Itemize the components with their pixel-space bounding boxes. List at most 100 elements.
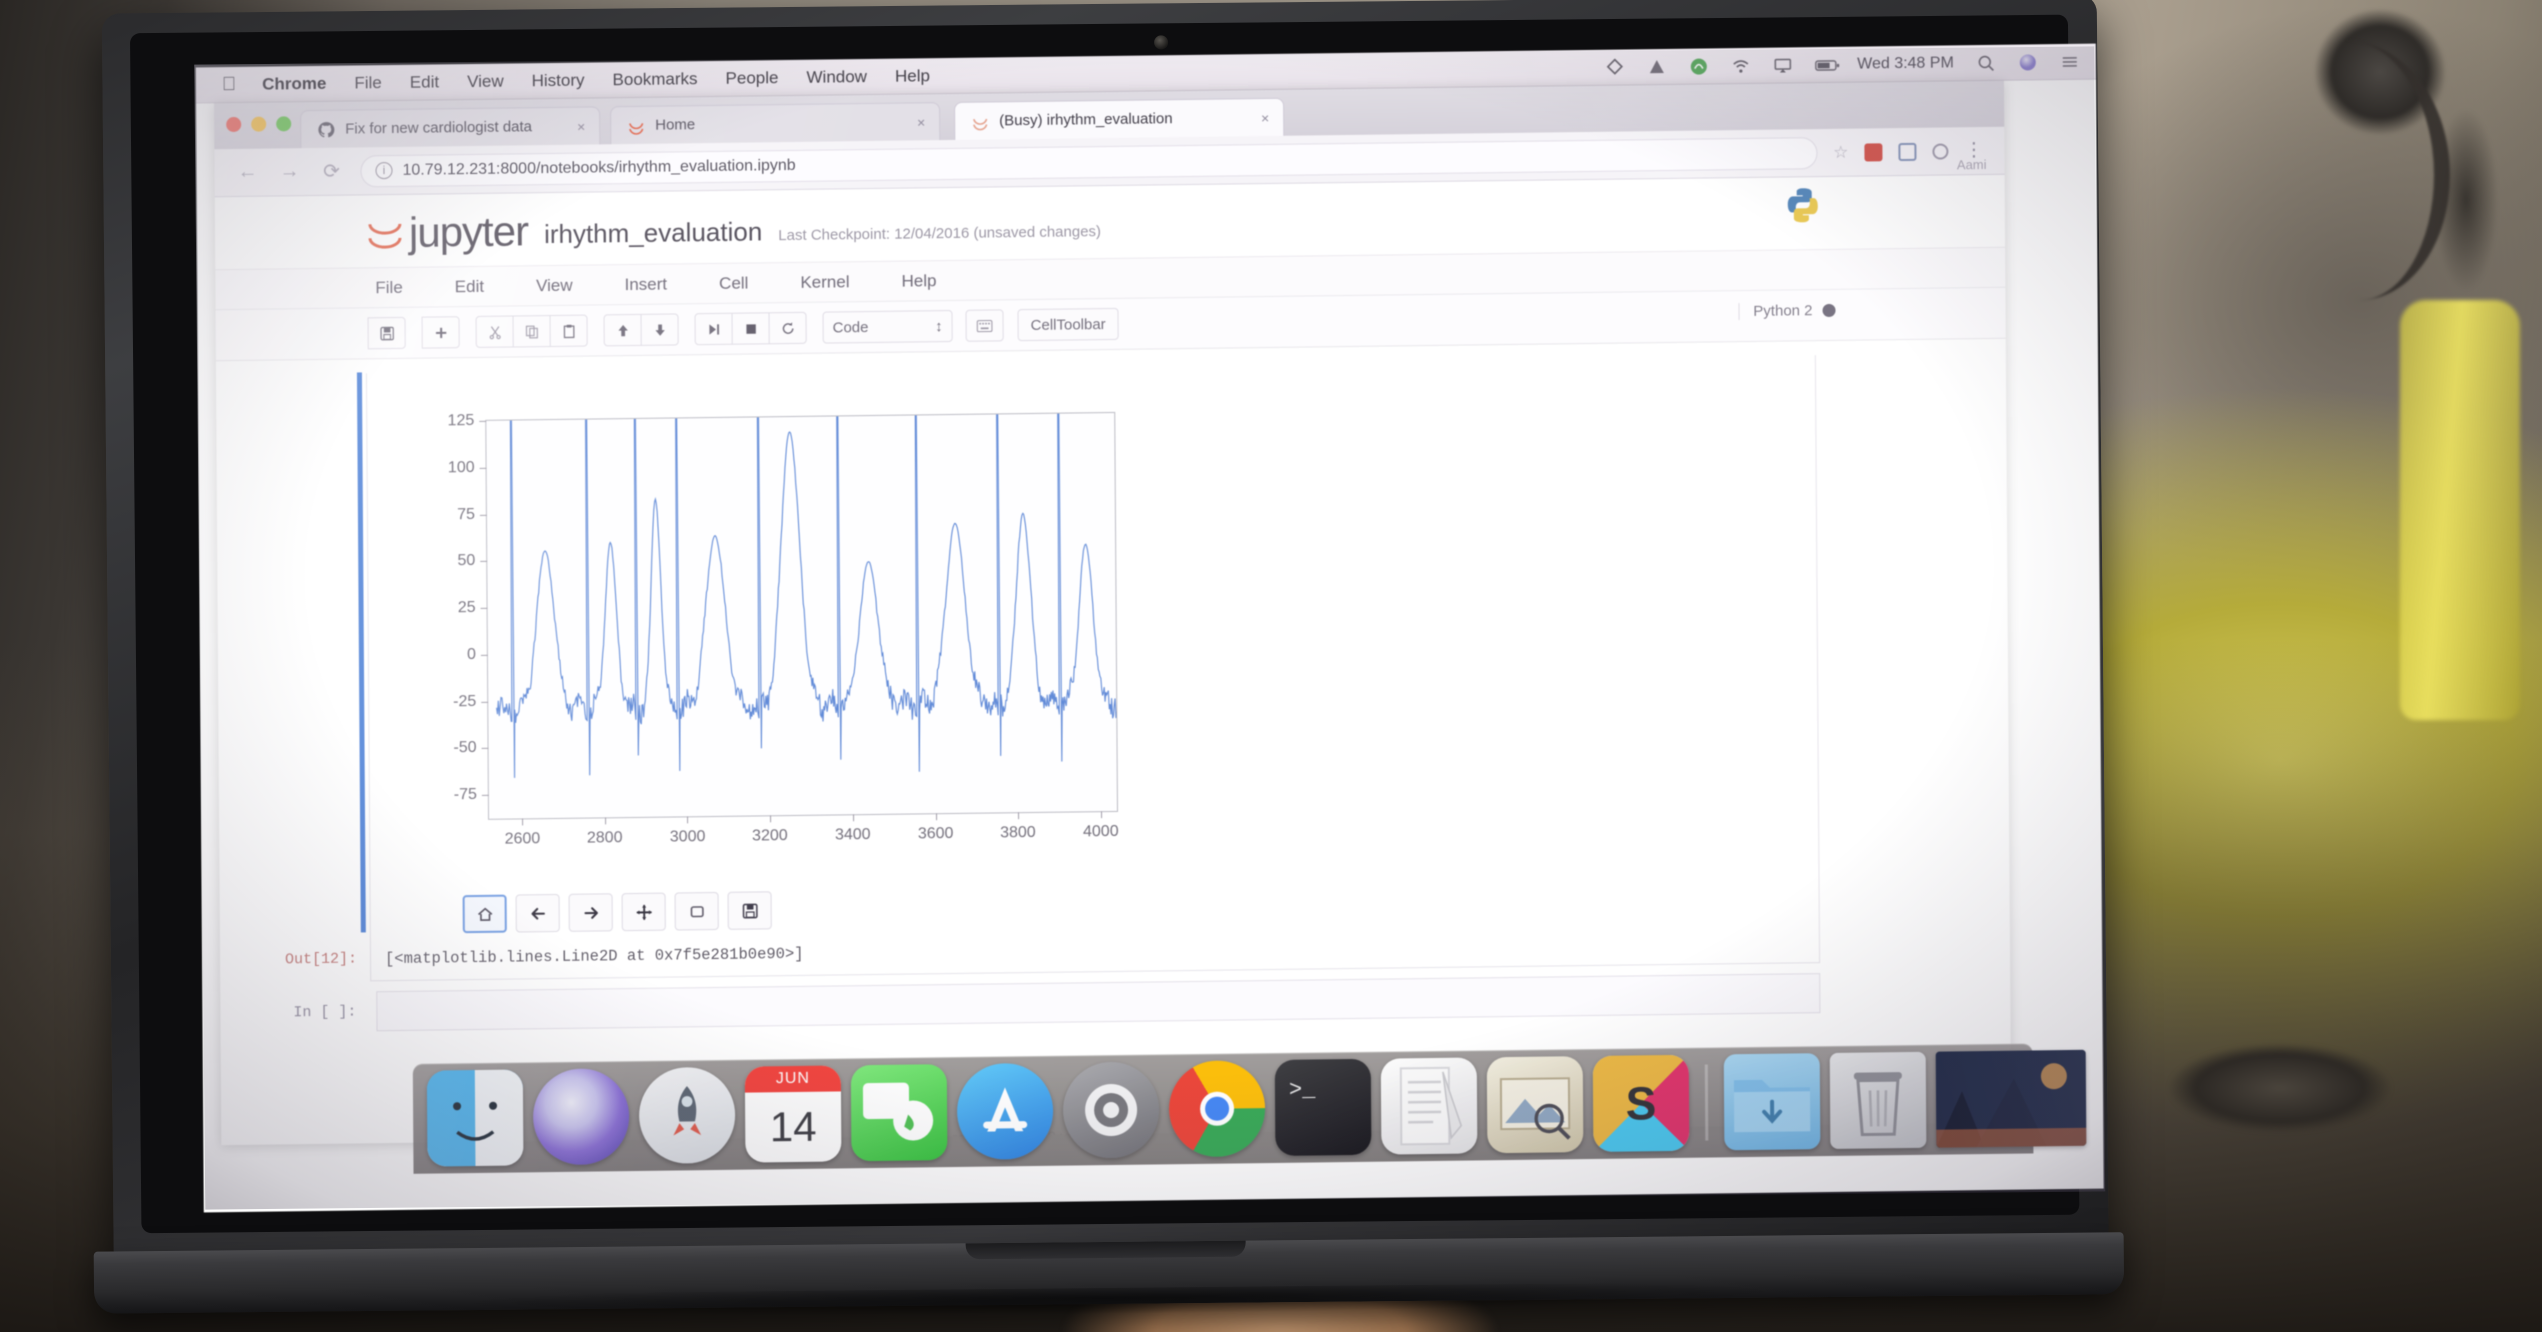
move-cell-down-button[interactable]: [640, 313, 679, 346]
dock-item-downloads-folder[interactable]: [1723, 1053, 1821, 1151]
jupyter-menu-kernel[interactable]: Kernel: [800, 272, 849, 293]
menu-bookmarks[interactable]: Bookmarks: [612, 69, 697, 90]
chrome-logo-core: [1205, 1096, 1230, 1121]
x-tick-label: 3000: [669, 828, 706, 846]
close-tab-button[interactable]: ×: [909, 114, 925, 130]
save-button[interactable]: [367, 316, 406, 350]
close-tab-button[interactable]: ×: [569, 118, 585, 134]
wifi-icon[interactable]: [1731, 55, 1751, 75]
notebook-body: 125 100 75 50 25 0 -25 -50 -75 2600 2800…: [216, 339, 2011, 1033]
apple-menu-icon[interactable]: : [222, 73, 236, 95]
plot-axes[interactable]: 125 100 75 50 25 0 -25 -50 -75 2600 2800…: [448, 411, 1119, 848]
y-tick-label: 50: [457, 552, 476, 570]
jupyter-menu-edit[interactable]: Edit: [455, 277, 484, 297]
copy-cell-button[interactable]: [512, 315, 551, 348]
extension-icon-2[interactable]: [1898, 142, 1917, 161]
dock-item-calendar[interactable]: JUN 14: [744, 1065, 842, 1163]
dock-item-pages[interactable]: [1380, 1057, 1478, 1155]
dock-item-messages[interactable]: [850, 1064, 948, 1162]
run-cell-button[interactable]: [694, 312, 733, 346]
info-icon[interactable]: i: [375, 162, 393, 180]
menu-window[interactable]: Window: [806, 67, 867, 88]
dock-item-terminal[interactable]: >_: [1274, 1058, 1372, 1156]
yellow-bottle: [2400, 300, 2520, 720]
dock-item-trash[interactable]: [1829, 1051, 1927, 1150]
cell-type-select[interactable]: Code ↕: [822, 309, 953, 344]
menu-view[interactable]: View: [467, 71, 504, 91]
cell-toolbar-select[interactable]: CellToolbar: [1017, 307, 1119, 342]
y-tick-label: 125: [447, 411, 475, 430]
jupyter-notebook-page: jupyter irhythm_evaluation Last Checkpoi…: [214, 174, 2012, 1146]
forward-button[interactable]: [568, 893, 613, 932]
back-button[interactable]: ←: [234, 161, 260, 184]
kernel-busy-circle-icon: [1822, 303, 1836, 318]
browser-tab-irhythm-evaluation[interactable]: (Busy) irhythm_evaluation ×: [954, 97, 1285, 140]
back-button[interactable]: [515, 893, 560, 933]
y-tick-label: 75: [457, 505, 475, 523]
save-figure-button[interactable]: [727, 891, 772, 930]
google-drive-icon[interactable]: [1647, 56, 1667, 76]
browser-tab-jupyter-home[interactable]: Home ×: [610, 102, 941, 145]
minimize-window-button[interactable]: [251, 116, 267, 132]
dock-item-photo-thumbnail[interactable]: [1935, 1049, 2087, 1148]
laptop-lid-notch: [965, 1240, 1246, 1260]
battery-icon[interactable]: [1815, 54, 1840, 74]
move-cell-up-button[interactable]: [603, 313, 642, 347]
close-window-button[interactable]: [226, 116, 242, 133]
dock-item-slack[interactable]: S: [1592, 1054, 1690, 1152]
dock-item-launchpad[interactable]: [638, 1066, 736, 1164]
spotlight-search-icon[interactable]: [1976, 52, 1996, 72]
dropbox-icon[interactable]: [1605, 57, 1625, 77]
siri-icon[interactable]: [2018, 52, 2038, 72]
extension-icon-1[interactable]: [1864, 142, 1883, 162]
cut-cell-button[interactable]: [475, 315, 514, 348]
y-tick-label: -75: [453, 786, 477, 804]
insert-cell-button[interactable]: [421, 316, 460, 349]
evernote-icon[interactable]: [1689, 56, 1709, 76]
code-input-area[interactable]: [376, 973, 1821, 1032]
slack-letter: S: [1625, 1077, 1657, 1130]
jupyter-menu-file[interactable]: File: [375, 278, 403, 298]
jupyter-menu-cell[interactable]: Cell: [719, 274, 748, 294]
matplotlib-figure[interactable]: 125 100 75 50 25 0 -25 -50 -75 2600 2800…: [427, 397, 1160, 871]
jupyter-menu-view[interactable]: View: [536, 276, 573, 296]
reload-button[interactable]: ⟳: [318, 159, 344, 184]
dock-item-preview[interactable]: [1486, 1056, 1584, 1154]
menu-history[interactable]: History: [532, 70, 585, 91]
dock-item-app-store[interactable]: [956, 1062, 1054, 1160]
jupyter-menu-help[interactable]: Help: [901, 271, 936, 291]
menu-help[interactable]: Help: [895, 66, 930, 86]
menu-people[interactable]: People: [725, 68, 778, 89]
chrome-profile-name[interactable]: Aami: [1957, 157, 1987, 172]
dock-item-google-chrome[interactable]: [1168, 1060, 1266, 1158]
zoom-rect-button[interactable]: [674, 891, 719, 931]
close-tab-button[interactable]: ×: [1253, 109, 1269, 125]
dock-item-siri[interactable]: [532, 1068, 630, 1166]
dock-item-finder[interactable]: [426, 1069, 524, 1167]
dock-item-system-preferences[interactable]: [1062, 1061, 1160, 1159]
jupyter-menu-insert[interactable]: Insert: [625, 275, 668, 296]
restart-kernel-button[interactable]: [768, 311, 807, 345]
menu-chrome[interactable]: Chrome: [262, 73, 326, 94]
notebook-cell-output[interactable]: 125 100 75 50 25 0 -25 -50 -75 2600 2800…: [285, 355, 1821, 982]
notification-center-icon[interactable]: [2060, 51, 2080, 71]
browser-tab-github[interactable]: Fix for new cardiologist data ×: [300, 106, 601, 149]
home-button[interactable]: [462, 894, 507, 934]
extension-icon-3[interactable]: [1932, 142, 1949, 160]
bookmark-star-icon[interactable]: ☆: [1833, 142, 1848, 162]
forward-button[interactable]: →: [276, 160, 302, 183]
dock-separator: [1704, 1064, 1709, 1141]
webcam: [1154, 35, 1169, 50]
paste-cell-button[interactable]: [549, 314, 588, 348]
airplay-icon[interactable]: [1773, 55, 1793, 75]
maximize-window-button[interactable]: [276, 116, 292, 132]
interrupt-kernel-button[interactable]: [731, 312, 770, 345]
command-palette-button[interactable]: [965, 309, 1004, 342]
menubar-clock[interactable]: Wed 3:48 PM: [1857, 54, 1954, 73]
notebook-name[interactable]: irhythm_evaluation: [544, 216, 762, 255]
menu-file[interactable]: File: [354, 73, 382, 93]
jupyter-logo[interactable]: jupyter: [365, 207, 528, 257]
menu-edit[interactable]: Edit: [410, 72, 439, 92]
pan-button[interactable]: [621, 892, 666, 932]
notebook-cell-input[interactable]: In [ ]:: [293, 973, 1821, 1032]
